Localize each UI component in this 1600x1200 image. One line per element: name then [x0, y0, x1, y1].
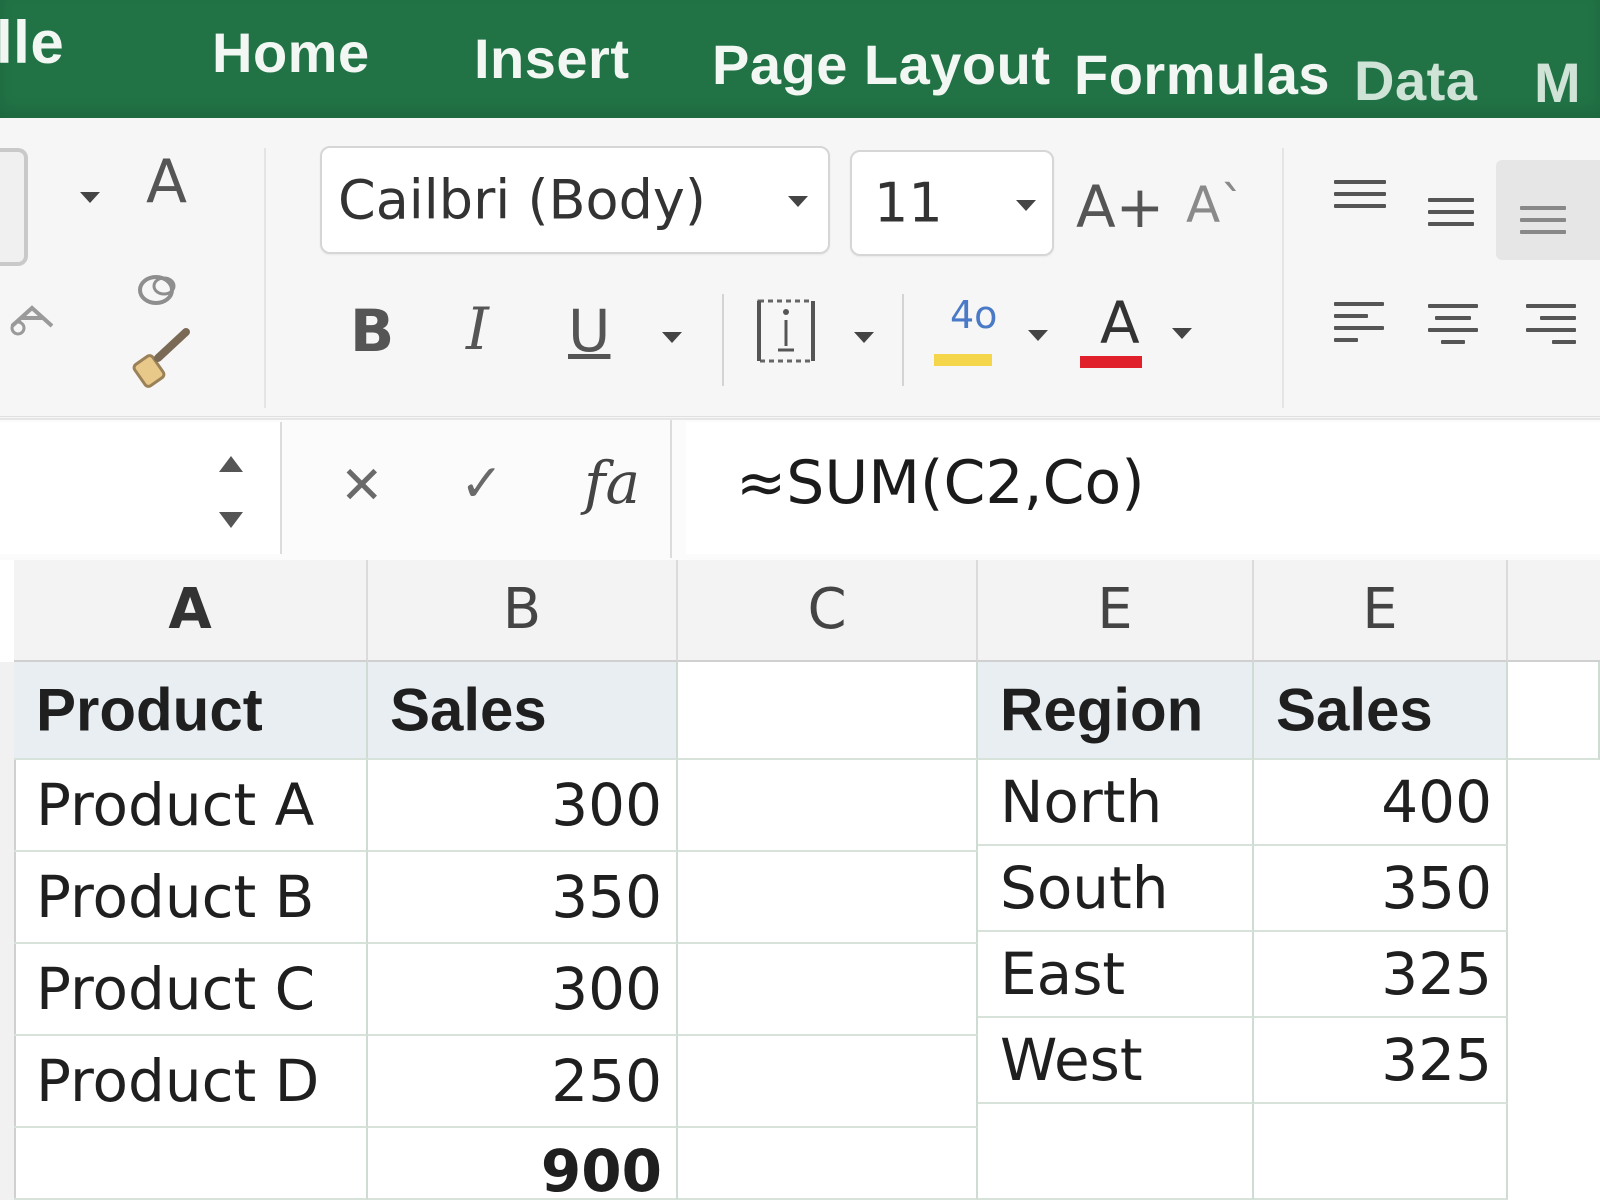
- table-cell-sales[interactable]: 300: [368, 760, 678, 852]
- font-color-swatch[interactable]: [1080, 356, 1142, 368]
- table-header-region[interactable]: Region: [978, 662, 1254, 760]
- borders-dropdown-icon[interactable]: [854, 332, 874, 343]
- italic-button[interactable]: I: [466, 300, 489, 358]
- table-cell-empty[interactable]: [678, 1128, 978, 1200]
- formula-bar: ✕ ✓ fa ≈SUM(C2,Co): [0, 418, 1600, 562]
- column-header-b[interactable]: B: [368, 560, 678, 662]
- table-cell-empty[interactable]: [978, 1104, 1254, 1200]
- clipboard-font-icon: A: [146, 147, 188, 217]
- formula-text: ≈SUM(C2,Co): [736, 448, 1145, 518]
- table-cell-region[interactable]: West: [978, 1018, 1254, 1104]
- tab-page-layout[interactable]: Page Layout: [712, 32, 1050, 97]
- sales-total-cell[interactable]: 900: [368, 1128, 678, 1200]
- table-cell-product[interactable]: Product C: [14, 944, 368, 1036]
- font-row-separator: [722, 294, 724, 386]
- font-size-value: 11: [874, 171, 943, 235]
- table-cell-region-sales[interactable]: 400: [1254, 760, 1508, 846]
- align-top-icon[interactable]: [1334, 180, 1386, 216]
- font-color-button[interactable]: A: [1100, 294, 1140, 352]
- table-cell-sales[interactable]: 350: [368, 852, 678, 944]
- table-cell-product[interactable]: Product B: [14, 852, 368, 944]
- table-cell-sales[interactable]: 300: [368, 944, 678, 1036]
- highlight-dropdown-icon[interactable]: [1028, 330, 1048, 341]
- table-cell-empty[interactable]: [678, 1036, 978, 1128]
- font-color-dropdown-icon[interactable]: [1172, 328, 1192, 339]
- table-header-sales[interactable]: Sales: [368, 662, 678, 760]
- tab-formulas[interactable]: Formulas: [1074, 42, 1330, 107]
- enter-formula-button[interactable]: ✓: [460, 458, 504, 510]
- grow-font-button[interactable]: A+: [1076, 178, 1164, 236]
- table-cell-region[interactable]: South: [978, 846, 1254, 932]
- tab-file[interactable]: lle: [0, 8, 64, 77]
- table-cell-empty[interactable]: [678, 662, 978, 760]
- column-header-a[interactable]: A: [14, 560, 368, 662]
- highlight-color-swatch[interactable]: [934, 354, 992, 366]
- font-name-dropdown-icon[interactable]: [788, 196, 808, 207]
- tab-more[interactable]: M: [1534, 50, 1581, 115]
- borders-icon[interactable]: [756, 298, 816, 364]
- table-cell-empty[interactable]: [1254, 1104, 1508, 1200]
- table-cell-region-sales[interactable]: 350: [1254, 846, 1508, 932]
- table-cell-empty[interactable]: [1508, 662, 1600, 760]
- align-bottom-button[interactable]: [1496, 160, 1600, 260]
- table-cell-region[interactable]: East: [978, 932, 1254, 1018]
- font-size-dropdown-icon[interactable]: [1016, 200, 1036, 211]
- column-header-next[interactable]: [1508, 560, 1600, 662]
- highlight-button-label[interactable]: 4o: [950, 296, 997, 334]
- format-painter-icon[interactable]: [128, 324, 198, 394]
- ribbon-separator: [264, 148, 266, 408]
- table-cell-region-sales[interactable]: 325: [1254, 1018, 1508, 1104]
- shrink-font-button[interactable]: A`: [1186, 180, 1245, 230]
- underline-dropdown-icon[interactable]: [662, 332, 682, 343]
- table-cell-empty[interactable]: [678, 760, 978, 852]
- column-header-e[interactable]: E: [978, 560, 1254, 662]
- font-name-value: Cailbri (Body): [338, 168, 706, 232]
- font-name-combo[interactable]: Cailbri (Body): [320, 146, 830, 254]
- paste-icon[interactable]: [0, 148, 28, 266]
- table-cell-region-sales[interactable]: 325: [1254, 932, 1508, 1018]
- table-cell-product[interactable]: Product A: [14, 760, 368, 852]
- font-row-separator: [902, 294, 904, 386]
- cancel-formula-button[interactable]: ✕: [340, 460, 384, 512]
- ribbon-separator: [1282, 148, 1284, 408]
- table-cell-empty[interactable]: [678, 944, 978, 1036]
- align-middle-icon[interactable]: [1428, 198, 1474, 234]
- column-header-c[interactable]: C: [678, 560, 978, 662]
- paste-dropdown-icon[interactable]: [80, 192, 100, 203]
- ribbon-tab-bar: lle Home Insert Page Layout Formulas Dat…: [0, 0, 1600, 118]
- underline-button[interactable]: U: [568, 302, 610, 360]
- align-right-icon[interactable]: [1526, 304, 1576, 352]
- font-size-combo[interactable]: 11: [850, 150, 1054, 256]
- name-box[interactable]: [0, 422, 282, 554]
- copy-icon[interactable]: [134, 268, 184, 312]
- insert-function-button[interactable]: fa: [584, 454, 640, 512]
- cut-icon[interactable]: [8, 296, 58, 336]
- align-bottom-icon: [1520, 206, 1566, 242]
- align-center-icon[interactable]: [1428, 304, 1478, 352]
- tab-home[interactable]: Home: [212, 20, 370, 85]
- table-cell-region[interactable]: North: [978, 760, 1254, 846]
- table-header-region-sales[interactable]: Sales: [1254, 662, 1508, 760]
- table-cell-product[interactable]: Product D: [14, 1036, 368, 1128]
- table-header-product[interactable]: Product: [14, 662, 368, 760]
- formula-input[interactable]: ≈SUM(C2,Co): [686, 422, 1600, 554]
- worksheet-grid[interactable]: A B C E E Product Sales Product A 300 Pr…: [0, 560, 1600, 1200]
- table-cell-sales[interactable]: 250: [368, 1036, 678, 1128]
- column-header-e2[interactable]: E: [1254, 560, 1508, 662]
- ribbon-home-panel: A Cailbri (Body) 11 A+ A` B I U 4o A: [0, 118, 1600, 417]
- table-cell-empty[interactable]: [678, 852, 978, 944]
- bold-button[interactable]: B: [350, 302, 394, 360]
- name-box-spinner-icon[interactable]: [216, 452, 246, 532]
- table-cell-empty[interactable]: [14, 1128, 368, 1200]
- formula-separator: [670, 420, 672, 558]
- tab-insert[interactable]: Insert: [474, 26, 630, 91]
- align-left-icon[interactable]: [1334, 302, 1384, 350]
- tab-data[interactable]: Data: [1354, 48, 1477, 113]
